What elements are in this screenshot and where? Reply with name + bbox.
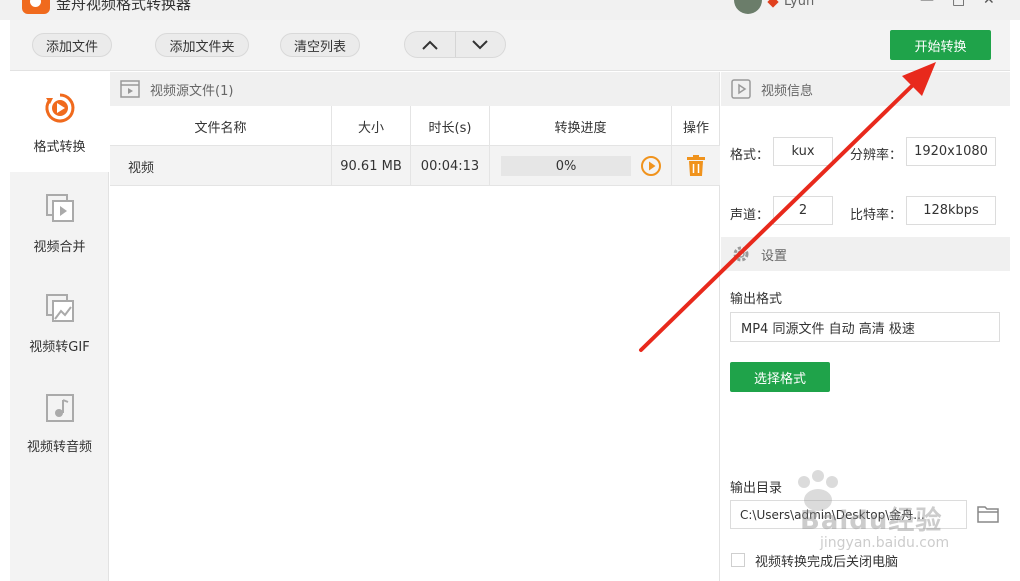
user-name[interactable]: Lyun (784, 0, 814, 9)
progress-bar: 0% (501, 156, 631, 176)
trash-icon[interactable] (686, 155, 706, 177)
table-header: 文件名称 大小 时长(s) 转换进度 操作 (110, 106, 720, 146)
app-title: 金舟视频格式转换器 (56, 0, 192, 13)
shutdown-checkbox[interactable] (731, 553, 745, 567)
file-list-header: 视频源文件(1) (110, 72, 719, 106)
settings-title: 设置 (761, 248, 788, 264)
nav-item-format-convert[interactable]: 格式转换 (10, 72, 109, 172)
choose-format-button[interactable]: 选择格式 (730, 362, 830, 392)
format-label: 格式： (730, 148, 770, 163)
clear-list-button[interactable]: 清空列表 (280, 33, 360, 57)
resolution-label: 分辨率： (850, 148, 903, 163)
output-format-label: 输出格式 (730, 292, 783, 307)
add-folder-button[interactable]: 添加文件夹 (155, 33, 249, 57)
move-up-button[interactable] (405, 32, 455, 57)
move-buttons (404, 31, 506, 58)
file-list-panel: 视频源文件(1) 文件名称 大小 时长(s) 转换进度 操作 视频 90.61 … (110, 72, 720, 581)
column-header-progress: 转换进度 (490, 106, 672, 146)
progress-text: 0% (555, 158, 577, 174)
sidebar: 格式转换 视频合并 视频转GIF 视频转音频 (10, 72, 109, 581)
vip-badge-icon (767, 0, 779, 8)
video-to-gif-icon (44, 292, 76, 324)
format-convert-icon (44, 92, 76, 124)
column-header-name: 文件名称 (110, 106, 332, 146)
watermark-url: jingyan.baidu.com (820, 535, 950, 551)
minimize-button[interactable]: — (920, 0, 934, 8)
file-duration: 00:04:13 (411, 146, 490, 186)
nav-item-video-to-gif[interactable]: 视频转GIF (10, 272, 109, 372)
video-info-title: 视频信息 (761, 83, 814, 99)
file-name: 视频 (110, 146, 332, 186)
file-list-title: 视频源文件(1) (150, 83, 234, 99)
user-avatar[interactable] (734, 0, 762, 14)
nav-item-video-merge[interactable]: 视频合并 (10, 172, 109, 272)
nav-label: 视频合并 (33, 240, 86, 255)
gear-icon (733, 246, 749, 262)
close-button[interactable]: ✕ (983, 0, 995, 8)
nav-item-video-to-audio[interactable]: 视频转音频 (10, 372, 109, 472)
video-info-header: 视频信息 (721, 72, 1010, 106)
progress-cell: 0% (490, 146, 672, 186)
chevron-up-icon (422, 40, 438, 50)
folder-icon[interactable] (977, 504, 999, 524)
output-dir-label: 输出目录 (730, 481, 783, 496)
app-logo-icon (22, 0, 50, 14)
shutdown-label: 视频转换完成后关闭电脑 (755, 555, 899, 570)
nav-label: 格式转换 (33, 140, 86, 155)
video-merge-icon (44, 192, 76, 224)
title-bar: 金舟视频格式转换器 Lyun — □ ✕ (0, 0, 1020, 20)
file-size: 90.61 MB (332, 146, 411, 186)
video-file-icon (120, 80, 140, 98)
maximize-button[interactable]: □ (952, 0, 965, 8)
channels-value: 2 (773, 196, 833, 225)
table-row[interactable]: 视频 90.61 MB 00:04:13 0% (110, 146, 720, 186)
add-file-button[interactable]: 添加文件 (32, 33, 112, 57)
output-format-field[interactable]: MP4 同源文件 自动 高清 极速 (730, 312, 1000, 342)
format-value: kux (773, 137, 833, 166)
resolution-value: 1920x1080 (906, 137, 996, 166)
chevron-down-icon (472, 39, 488, 49)
start-convert-button[interactable]: 开始转换 (890, 30, 991, 60)
settings-header: 设置 (721, 237, 1010, 271)
toolbar: 添加文件 添加文件夹 清空列表 开始转换 (10, 20, 1010, 71)
bitrate-value: 128kbps (906, 196, 996, 225)
video-to-audio-icon (44, 392, 76, 424)
delete-cell (672, 146, 720, 186)
play-icon[interactable] (640, 155, 662, 177)
move-down-button[interactable] (454, 32, 506, 57)
nav-label: 视频转音频 (26, 440, 92, 455)
column-header-duration: 时长(s) (411, 106, 490, 146)
channels-label: 声道： (730, 208, 770, 223)
watermark-text: Baidu经验 (800, 506, 943, 536)
nav-label: 视频转GIF (29, 340, 90, 355)
video-info-icon (731, 79, 751, 99)
column-header-size: 大小 (332, 106, 411, 146)
column-header-action: 操作 (682, 120, 709, 136)
bitrate-label: 比特率： (850, 208, 903, 223)
